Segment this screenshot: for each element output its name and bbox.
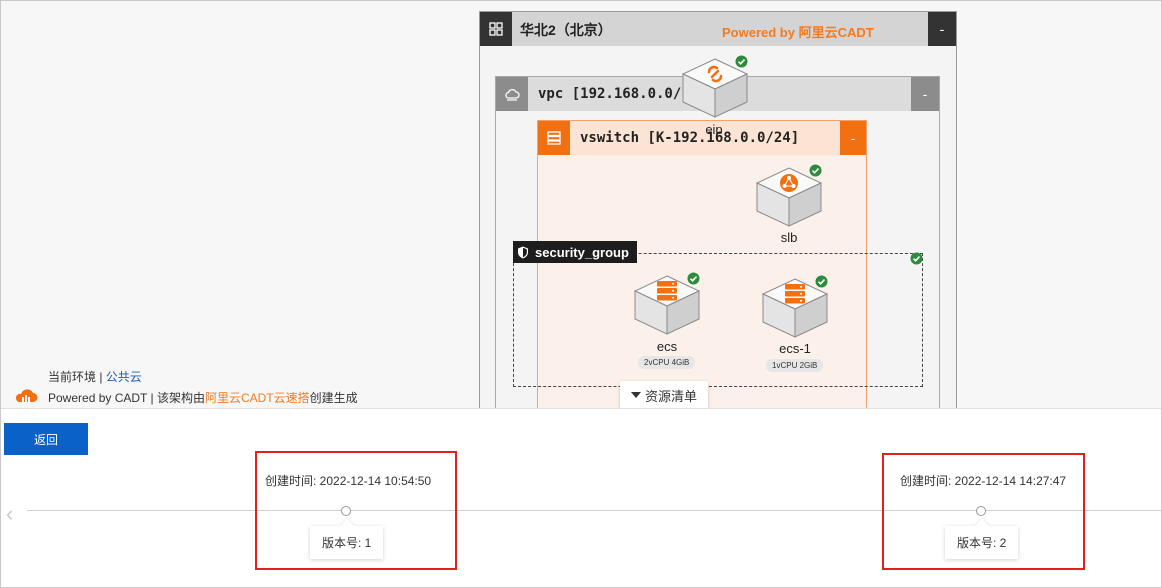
ecs-node[interactable] xyxy=(633,272,701,336)
ecs-label: ecs xyxy=(656,339,678,354)
ecs-1-label: ecs-1 xyxy=(779,341,811,356)
region-title: 华北2（北京） xyxy=(520,22,612,38)
eip-node[interactable] xyxy=(681,55,749,119)
ecs-1-spec-badge: 1vCPU 2GiB xyxy=(766,359,824,372)
check-icon xyxy=(809,164,822,177)
security-group-boundary xyxy=(513,253,923,387)
region-powered-label: Powered by 阿里云CADT xyxy=(722,25,874,40)
chevron-left-icon[interactable]: ‹ xyxy=(6,501,13,527)
resource-list-label: 资源清单 xyxy=(644,388,697,404)
environment-link[interactable]: 公共云 xyxy=(106,370,142,384)
security-group-name: security_group xyxy=(535,244,629,260)
region-header: 华北2（北京） Powered by 阿里云CADT - xyxy=(480,12,956,46)
check-icon xyxy=(735,55,748,68)
security-group-label[interactable]: security_group xyxy=(513,241,637,263)
shield-icon xyxy=(518,246,528,258)
vpc-collapse-button[interactable]: - xyxy=(911,77,939,111)
back-button[interactable]: 返回 xyxy=(4,423,88,455)
resource-list-button[interactable]: 资源清单 xyxy=(620,381,708,409)
vswitch-collapse-button[interactable]: - xyxy=(840,121,866,155)
caret-down-icon xyxy=(630,392,641,398)
server-list-icon xyxy=(538,121,570,155)
check-icon xyxy=(687,272,700,285)
region-collapse-button[interactable]: - xyxy=(928,12,956,46)
check-icon xyxy=(815,275,828,288)
version-1-highlight xyxy=(255,451,457,570)
powered-info: Powered by CADT | 该架构由阿里云CADT云速搭创建生成 xyxy=(48,389,358,406)
version-history-panel: 返回 ‹ 创建时间: 2022-12-14 10:54:50 版本号: 1 创建… xyxy=(1,408,1161,587)
grid-icon xyxy=(480,12,512,46)
slb-node[interactable] xyxy=(755,164,823,228)
cadt-window: 华北2（北京） Powered by 阿里云CADT - vpc [192.16… xyxy=(0,0,1162,588)
version-2-highlight xyxy=(882,453,1085,570)
cadt-logo-icon xyxy=(15,389,38,402)
ecs-spec-badge: 2vCPU 4GiB xyxy=(638,356,696,369)
powered-prefix: Powered by CADT | 该架构由 xyxy=(48,391,205,405)
ecs-1-node[interactable] xyxy=(761,275,829,339)
slb-label: slb xyxy=(780,230,798,245)
vpc-title: vpc [192.168.0.0/1 xyxy=(538,86,690,102)
environment-info: 当前环境 | 公共云 xyxy=(48,368,142,385)
eip-label: eip xyxy=(705,122,723,137)
cloud-icon xyxy=(496,77,528,111)
check-icon xyxy=(910,252,923,265)
environment-prefix: 当前环境 | xyxy=(48,370,103,384)
cadt-link[interactable]: 阿里云CADT云速搭 xyxy=(205,391,310,405)
powered-suffix: 创建生成 xyxy=(309,391,358,405)
